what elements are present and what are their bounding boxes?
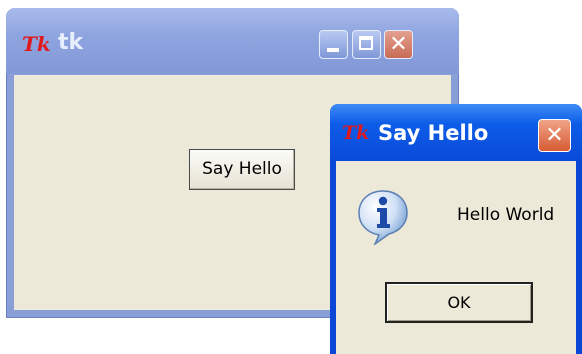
dialog-titlebar[interactable]: Tk Say Hello ✕ xyxy=(330,104,582,161)
main-window-title: tk xyxy=(58,30,84,55)
dialog-message: Hello World xyxy=(457,205,555,225)
minimize-button[interactable] xyxy=(319,30,348,59)
main-titlebar[interactable]: Tk tk ✕ xyxy=(6,8,459,74)
close-button[interactable]: ✕ xyxy=(384,30,413,59)
maximize-icon xyxy=(359,36,373,50)
close-icon: ✕ xyxy=(545,123,564,148)
dialog-close-button[interactable]: ✕ xyxy=(538,119,571,152)
close-icon: ✕ xyxy=(389,32,408,57)
minimize-icon xyxy=(327,48,339,52)
ok-button[interactable]: OK xyxy=(385,282,533,323)
tk-logo-icon: Tk xyxy=(342,122,370,144)
say-hello-dialog: Tk Say Hello ✕ Hello World OK xyxy=(330,104,582,354)
dialog-title: Say Hello xyxy=(378,121,489,145)
tk-logo-icon: Tk xyxy=(22,32,51,56)
maximize-button[interactable] xyxy=(352,30,381,59)
say-hello-button[interactable]: Say Hello xyxy=(189,149,295,190)
info-icon xyxy=(358,190,408,245)
